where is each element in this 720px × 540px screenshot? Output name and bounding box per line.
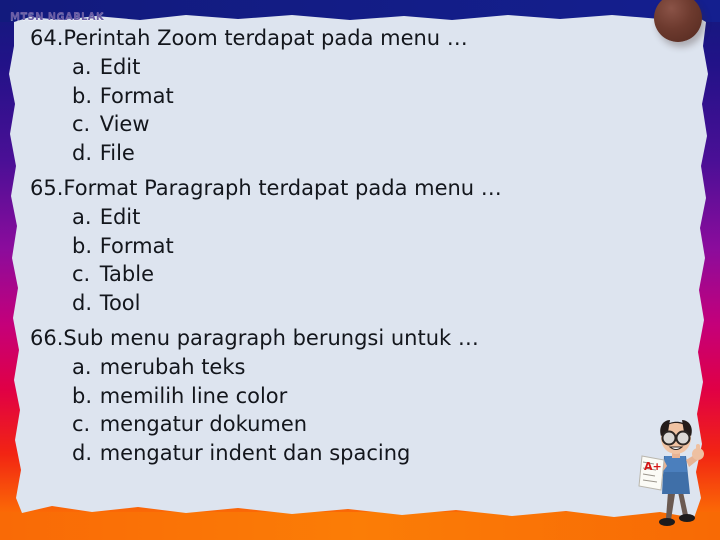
option-letter: a. — [72, 354, 92, 379]
option-text: Format — [99, 233, 174, 258]
option-text: Table — [99, 262, 154, 287]
option-item[interactable]: c. View — [30, 110, 660, 139]
question-number: 64. — [30, 26, 64, 50]
question-number: 66. — [30, 325, 64, 350]
option-text: Edit — [99, 204, 141, 229]
option-text: Edit — [99, 54, 141, 79]
option-letter: b. — [72, 383, 93, 408]
option-text: View — [99, 112, 150, 137]
option-list: a. merubah teks b. memilih line color c.… — [30, 353, 660, 468]
slide-canvas: MTSN NGABLAK 64.Perintah Zoom terdapat p… — [0, 0, 720, 540]
option-letter: a. — [72, 54, 92, 79]
option-letter: c. — [72, 412, 91, 437]
question-list: 64.Perintah Zoom terdapat pada menu … a.… — [0, 24, 660, 474]
option-list: a. Edit b. Format c. View d. File — [30, 53, 660, 168]
question-block: 64.Perintah Zoom terdapat pada menu … a.… — [30, 24, 660, 168]
option-letter: a. — [72, 204, 92, 229]
brown-circle-icon — [654, 0, 702, 42]
question-number: 65. — [30, 175, 64, 200]
question-text: Format Paragraph terdapat pada menu … — [63, 175, 502, 200]
option-letter: d. — [72, 291, 93, 316]
option-item[interactable]: c. Table — [30, 260, 660, 289]
option-item[interactable]: a. merubah teks — [30, 353, 660, 382]
option-list: a. Edit b. Format c. Table d. Tool — [30, 203, 660, 318]
option-item[interactable]: b. Format — [30, 82, 660, 111]
question-stem: 65.Format Paragraph terdapat pada menu … — [30, 174, 660, 203]
option-item[interactable]: b. Format — [30, 232, 660, 261]
option-letter: d. — [72, 441, 93, 466]
option-item[interactable]: a. Edit — [30, 203, 660, 232]
option-letter: c. — [72, 112, 91, 137]
option-letter: d. — [72, 141, 93, 166]
option-text: Tool — [99, 291, 141, 316]
question-block: 65.Format Paragraph terdapat pada menu …… — [30, 174, 660, 318]
option-item[interactable]: c. mengatur dokumen — [30, 410, 660, 439]
question-text: Sub menu paragraph berungsi untuk … — [63, 325, 479, 350]
question-stem: 66.Sub menu paragraph berungsi untuk … — [30, 324, 660, 353]
student-thumbs-up-icon: A+ — [638, 420, 704, 526]
option-letter: c. — [72, 262, 91, 287]
svg-text:A+: A+ — [644, 460, 662, 473]
option-letter: b. — [72, 83, 93, 108]
question-block: 66.Sub menu paragraph berungsi untuk … a… — [30, 324, 660, 468]
option-text: Format — [99, 83, 174, 108]
option-text: memilih line color — [99, 383, 288, 408]
option-text: merubah teks — [99, 354, 246, 379]
option-item[interactable]: a. Edit — [30, 53, 660, 82]
option-item[interactable]: d. mengatur indent dan spacing — [30, 439, 660, 468]
option-text: mengatur indent dan spacing — [99, 441, 411, 466]
school-header-label: MTSN NGABLAK — [10, 10, 105, 23]
option-letter: b. — [72, 233, 93, 258]
option-item[interactable]: d. File — [30, 139, 660, 168]
option-item[interactable]: b. memilih line color — [30, 382, 660, 411]
question-stem: 64.Perintah Zoom terdapat pada menu … — [30, 24, 660, 53]
option-text: mengatur dokumen — [99, 412, 308, 437]
option-item[interactable]: d. Tool — [30, 289, 660, 318]
option-text: File — [99, 141, 135, 166]
question-text: Perintah Zoom terdapat pada menu … — [63, 26, 468, 50]
